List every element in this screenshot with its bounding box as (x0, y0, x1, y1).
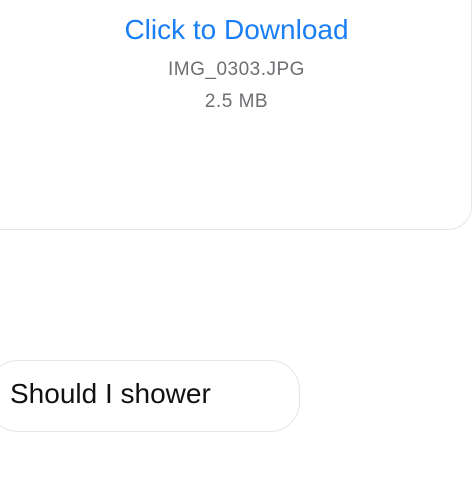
message-text: Should I shower (10, 378, 211, 409)
attachment-file-size: 2.5 MB (204, 91, 269, 112)
attachment-file-name: IMG_0303.JPG (168, 59, 305, 80)
conversation-view: Click to Download IMG_0303.JPG 2.5 MB Sh… (0, 0, 473, 482)
download-link[interactable]: Click to Download (0, 10, 473, 50)
